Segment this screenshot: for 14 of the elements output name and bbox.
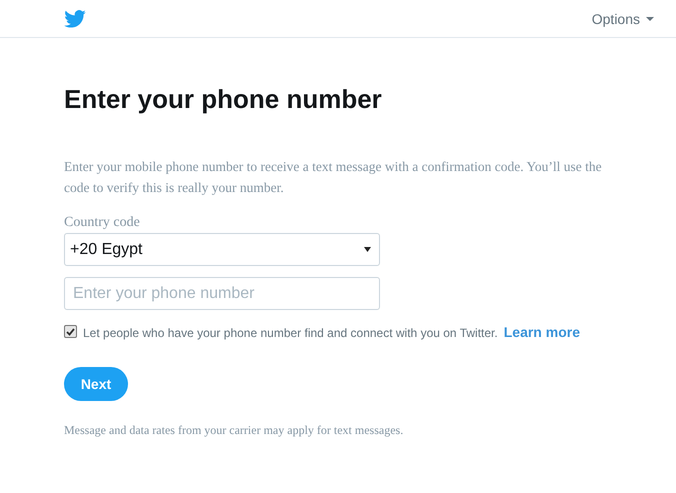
- discoverable-label: Let people who have your phone number find and connect with you on Twitter.: [83, 326, 498, 340]
- phone-number-field[interactable]: Enter your phone number: [64, 277, 380, 310]
- country-code-select[interactable]: +20 Egypt: [64, 233, 380, 266]
- bird-logo-icon: [64, 10, 86, 28]
- page-title: Enter your phone number: [64, 84, 383, 114]
- caret-icon: [364, 247, 371, 252]
- options-menu[interactable]: Options: [592, 10, 654, 26]
- learn-more-link[interactable]: Learn more: [504, 324, 580, 340]
- discoverable-checkbox[interactable]: [64, 325, 77, 338]
- footnote: Message and data rates from your carrier may apply for text messages.: [64, 423, 404, 438]
- next-button[interactable]: Next: [64, 367, 128, 401]
- country-code-label: Country code: [64, 215, 141, 231]
- description: Enter your mobile phone number to receive a text message with a confirmation code. You’ll use the code to verify this is really your number.: [64, 158, 603, 197]
- caret-icon: [646, 16, 654, 20]
